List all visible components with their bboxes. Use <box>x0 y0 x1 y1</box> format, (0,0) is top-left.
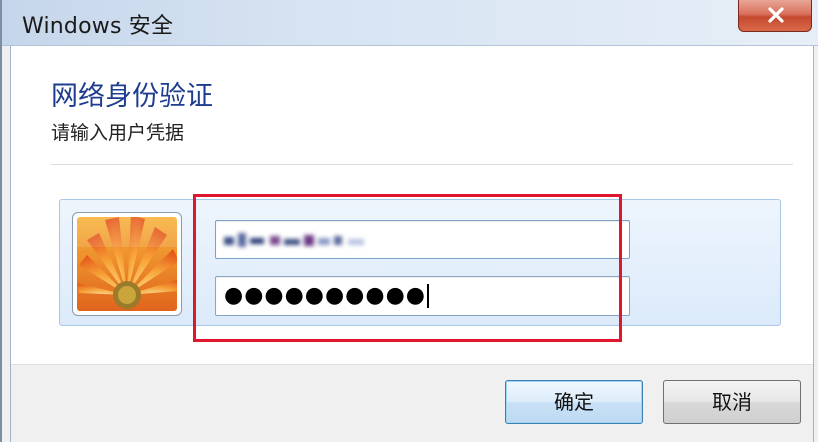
close-button[interactable] <box>738 0 812 32</box>
user-avatar-flower-icon <box>77 217 177 311</box>
title-bar[interactable]: Windows 安全 <box>2 0 818 46</box>
dialog-body: 网络身份验证 请输入用户凭据 ●●●●●●●●●● 确定 取消 <box>10 46 814 442</box>
avatar <box>72 212 182 316</box>
cancel-button[interactable]: 取消 <box>663 380 801 424</box>
ok-button[interactable]: 确定 <box>505 380 643 424</box>
highlight-annotation <box>193 194 622 342</box>
window-title: Windows 安全 <box>22 14 174 39</box>
close-icon <box>768 7 784 23</box>
security-dialog-window: Windows 安全 网络身份验证 请输入用户凭据 ●●●●●●●●●● 确定 … <box>0 0 818 442</box>
dialog-heading: 网络身份验证 <box>51 81 213 112</box>
dialog-footer: 确定 取消 <box>11 364 813 442</box>
dialog-subheading: 请输入用户凭据 <box>51 122 185 144</box>
divider <box>51 164 793 165</box>
